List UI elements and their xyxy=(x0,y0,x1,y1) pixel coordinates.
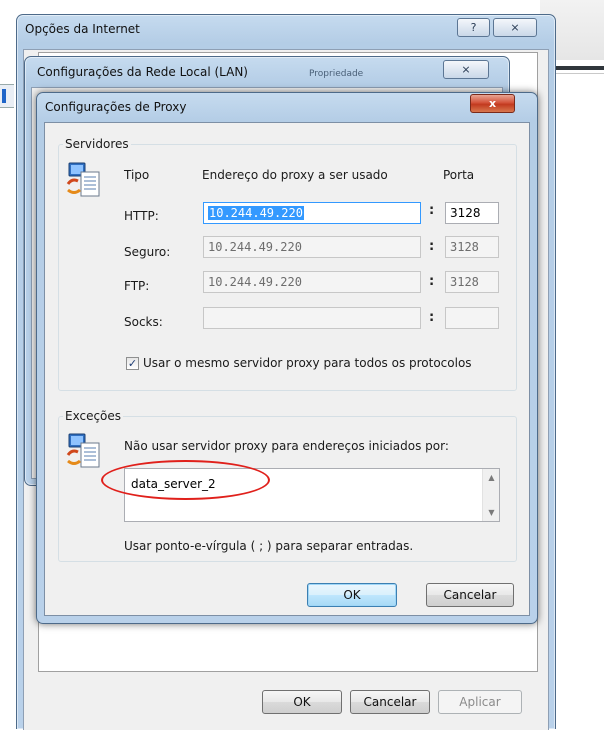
ok-button[interactable]: OK xyxy=(307,583,397,607)
exceptions-legend: Exceções xyxy=(65,409,122,423)
socks-port-input[interactable] xyxy=(445,307,499,329)
secure-address-input[interactable]: 10.244.49.220 xyxy=(203,236,421,258)
http-label: HTTP: xyxy=(124,209,159,223)
secure-colon: : xyxy=(429,239,435,254)
scroll-up-icon[interactable]: ▲ xyxy=(483,469,500,486)
ftp-port-input[interactable]: 3128 xyxy=(445,271,499,293)
http-colon: : xyxy=(429,203,435,218)
network-computer-icon xyxy=(66,162,100,197)
secure-label: Seguro: xyxy=(124,245,171,259)
same-server-checkbox[interactable]: ✓ xyxy=(126,357,139,370)
close-button[interactable]: ⨯ xyxy=(443,60,489,79)
cancel-button[interactable]: Cancelar xyxy=(426,583,514,607)
scroll-down-icon[interactable]: ▼ xyxy=(483,504,500,521)
exceptions-hint: Usar ponto-e-vírgula ( ; ) para separar … xyxy=(124,539,414,553)
cancel-button[interactable]: Cancelar xyxy=(350,690,430,714)
exceptions-description: Não usar servidor proxy para endereços i… xyxy=(124,439,449,453)
network-computer-icon xyxy=(66,433,100,468)
col-type-header: Tipo xyxy=(124,168,150,182)
apply-button[interactable]: Aplicar xyxy=(438,690,522,714)
window-title: Configurações de Proxy xyxy=(45,100,187,114)
col-port-header: Porta xyxy=(443,168,475,182)
proxy-settings-client: Servidores Tipo Endereço do proxy a ser … xyxy=(44,122,530,616)
ftp-label: FTP: xyxy=(124,279,150,293)
col-address-header: Endereço do proxy a ser usado xyxy=(202,168,388,182)
servers-legend: Servidores xyxy=(65,137,129,151)
window-title: Opções da Internet xyxy=(25,22,140,36)
exceptions-textarea[interactable]: data_server_2 ▲ ▼ xyxy=(124,468,500,522)
socks-colon: : xyxy=(429,310,435,325)
secure-port-input[interactable]: 3128 xyxy=(445,236,499,258)
proxy-settings-window: Configurações de Proxy x Servidores Tipo… xyxy=(36,92,538,624)
exceptions-value: data_server_2 xyxy=(131,477,216,491)
help-button[interactable]: ? xyxy=(457,18,490,37)
window-title: Configurações da Rede Local (LAN) xyxy=(37,65,248,79)
exceptions-scrollbar[interactable]: ▲ ▼ xyxy=(482,469,499,521)
behind-tab-text: Propriedade xyxy=(309,69,364,79)
ftp-address-input[interactable]: 10.244.49.220 xyxy=(203,271,421,293)
socks-label: Socks: xyxy=(124,315,163,329)
ok-button[interactable]: OK xyxy=(262,690,342,714)
http-port-input[interactable]: 3128 xyxy=(445,202,499,224)
close-button[interactable]: ⨯ xyxy=(493,18,537,37)
same-server-label[interactable]: Usar o mesmo servidor proxy para todos o… xyxy=(143,356,472,370)
http-address-input[interactable]: 10.244.49.220 xyxy=(203,202,421,224)
background-toolbar xyxy=(0,84,14,108)
socks-address-input[interactable] xyxy=(203,307,421,329)
ftp-colon: : xyxy=(429,274,435,289)
close-button[interactable]: x xyxy=(470,94,515,113)
